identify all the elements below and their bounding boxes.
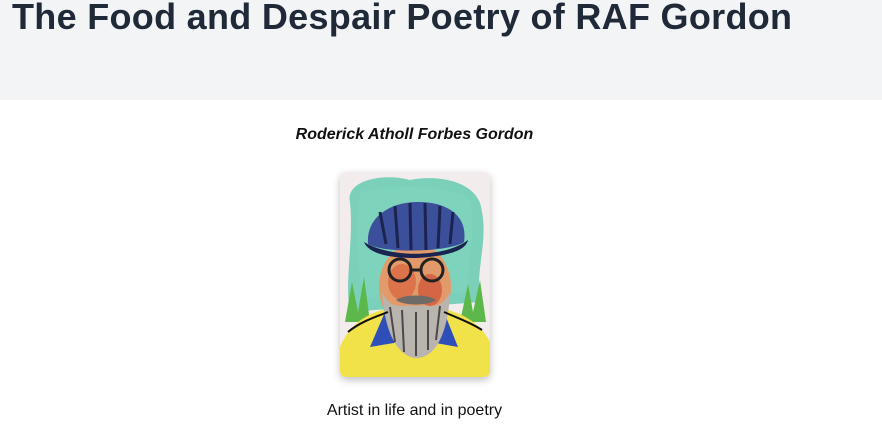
site-title: The Food and Despair Poetry of RAF Gordo… xyxy=(12,0,793,37)
author-tagline: Artist in life and in poetry xyxy=(326,402,503,419)
author-portrait-image xyxy=(340,172,490,377)
site-header: The Food and Despair Poetry of RAF Gordo… xyxy=(0,0,882,100)
author-name: Roderick Atholl Forbes Gordon xyxy=(295,126,534,143)
main-content: Roderick Atholl Forbes Gordon Artist in … xyxy=(0,100,882,427)
